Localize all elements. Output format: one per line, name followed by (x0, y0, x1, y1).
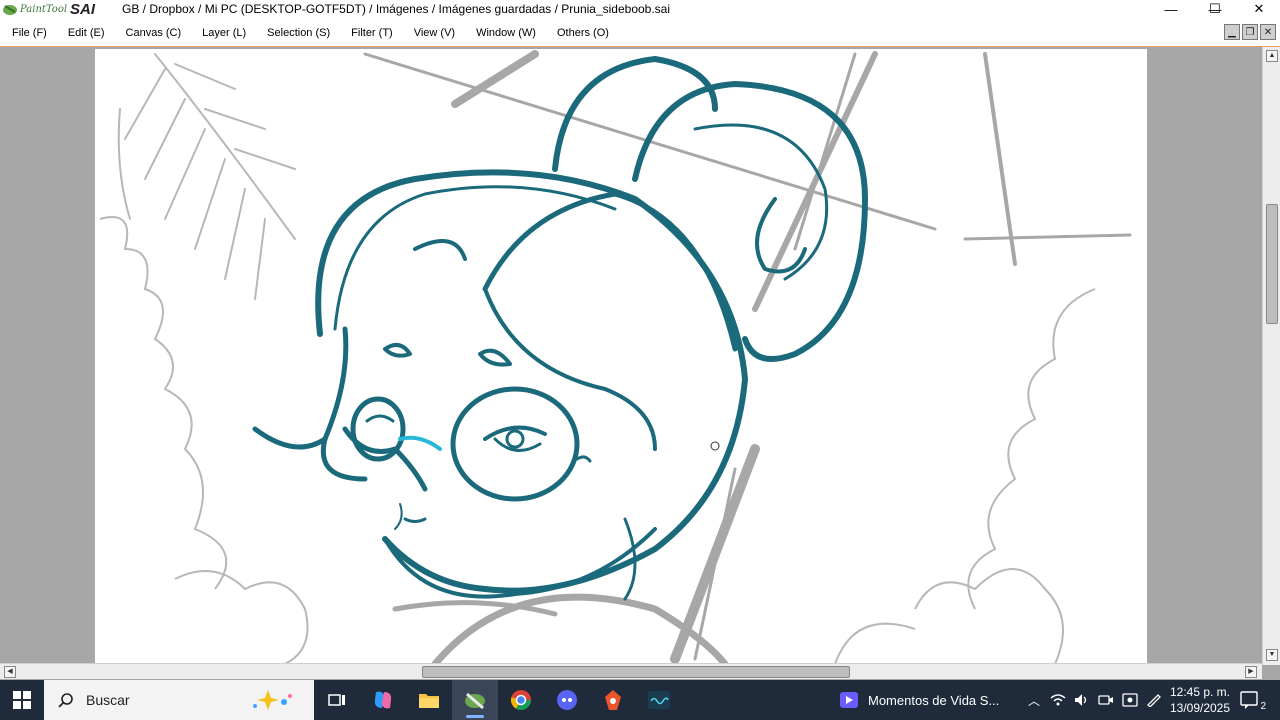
menu-file[interactable]: File (F) (0, 22, 56, 44)
logo-sai: SAI (70, 0, 96, 18)
volume-icon[interactable] (1073, 691, 1091, 709)
search-placeholder: Buscar (86, 692, 130, 708)
task-view-icon (328, 694, 345, 706)
doc-restore-icon: ❐ (1245, 26, 1255, 38)
painttool-sai-icon (465, 692, 485, 710)
character-sketch (252, 56, 868, 601)
vertical-scrollbar[interactable]: ▲ ▼ (1262, 47, 1280, 665)
taskbar-clock[interactable]: 12:45 p. m. 13/09/2025 (1165, 684, 1235, 716)
paint-tool-sai-window: PaintTool SAI GB / Dropbox / Mi PC (DESK… (0, 0, 1280, 720)
menu-canvas[interactable]: Canvas (C) (114, 22, 191, 44)
windows-taskbar: Buscar Momentos de Vida S... ︿ 12:45 p. … (0, 680, 1280, 720)
scroll-right-arrow-icon[interactable]: ▶ (1245, 666, 1257, 678)
wifi-icon[interactable] (1049, 691, 1067, 709)
canvas-workspace[interactable] (0, 46, 1280, 680)
doc-minimize-button[interactable]: ▁ (1224, 24, 1240, 40)
search-icon (58, 693, 73, 708)
background-sketch-lines (363, 50, 1132, 664)
doc-close-button[interactable]: ✕ (1260, 24, 1276, 40)
window-close-icon: ✕ (1253, 1, 1265, 16)
clock-time: 12:45 p. m. (1169, 685, 1231, 699)
doc-restore-button[interactable]: ❐ (1242, 24, 1258, 40)
media-widget[interactable]: Momentos de Vida S... (840, 680, 999, 720)
window-title: GB / Dropbox / Mi PC (DESKTOP-GOTF5DT) /… (122, 2, 671, 16)
notification-button[interactable]: 2 (1240, 690, 1266, 712)
chrome-button[interactable] (498, 680, 544, 720)
palm-leaves-sketch (117, 53, 296, 300)
window-minimize-icon: — (1164, 1, 1178, 17)
horizontal-scrollbar[interactable]: ◀ ▶ (0, 663, 1262, 679)
camera-icon[interactable] (1097, 691, 1115, 709)
app-orange-icon (605, 690, 621, 710)
menu-layer[interactable]: Layer (L) (190, 22, 255, 44)
video-player-icon (840, 692, 858, 708)
windows-start-icon (13, 691, 31, 709)
scroll-down-arrow-icon[interactable]: ▼ (1266, 649, 1278, 661)
system-tray: ︿ (1025, 680, 1163, 720)
copilot-button[interactable] (360, 680, 406, 720)
chevron-up-icon[interactable]: ︿ (1025, 691, 1043, 709)
menu-others[interactable]: Others (O) (545, 22, 618, 44)
clock-date: 13/09/2025 (1169, 701, 1231, 715)
orange-app-button[interactable] (590, 680, 636, 720)
file-explorer-icon (419, 694, 439, 708)
wave-app-button[interactable] (636, 680, 682, 720)
logo-text: PaintTool (20, 3, 68, 15)
sketch-drawing (99, 50, 1132, 664)
glasses-bridge-highlight (398, 435, 442, 451)
notification-count: 2 (1260, 701, 1266, 712)
menu-view[interactable]: View (V) (402, 22, 464, 44)
app-wave-icon (648, 691, 670, 709)
start-button[interactable] (0, 680, 44, 720)
menu-window[interactable]: Window (W) (464, 22, 545, 44)
scroll-left-arrow-icon[interactable]: ◀ (4, 666, 16, 678)
pen-icon[interactable] (1145, 691, 1163, 709)
menu-selection[interactable]: Selection (S) (255, 22, 339, 44)
brush-cursor-icon (710, 441, 720, 451)
title-bar: PaintTool SAI GB / Dropbox / Mi PC (DESK… (0, 0, 1280, 18)
taskbar-search-box[interactable]: Buscar (44, 680, 314, 720)
painttool-sai-taskbar-button[interactable] (452, 680, 498, 720)
discord-icon (557, 690, 577, 710)
app-logo: PaintTool SAI (0, 0, 112, 18)
sai-logo-icon (3, 5, 17, 15)
scroll-up-arrow-icon[interactable]: ▲ (1266, 50, 1278, 62)
doc-close-icon: ✕ (1263, 26, 1273, 38)
horizontal-scroll-thumb[interactable] (422, 666, 850, 678)
chrome-icon (510, 690, 531, 710)
discord-button[interactable] (544, 680, 590, 720)
screen-capture-icon[interactable] (1121, 691, 1139, 709)
close-window-button[interactable]: ✕ (1238, 0, 1280, 18)
drawing-canvas[interactable] (95, 49, 1147, 664)
media-title: Momentos de Vida S... (868, 692, 1000, 708)
search-highlight-icon (253, 690, 292, 710)
maximize-window-button[interactable]: ☐ (1194, 0, 1236, 18)
document-window-controls: ▁ ❐ ✕ (1224, 24, 1276, 40)
doc-minimize-icon: ▁ (1228, 26, 1236, 38)
menu-filter[interactable]: Filter (T) (339, 22, 402, 44)
vertical-scroll-thumb[interactable] (1266, 204, 1278, 324)
menu-bar: File (F) Edit (E) Canvas (C) Layer (L) S… (0, 22, 1280, 44)
minimize-window-button[interactable]: — (1150, 0, 1192, 18)
window-maximize-icon: ☐ (1209, 1, 1221, 16)
menu-edit[interactable]: Edit (E) (56, 22, 114, 44)
file-explorer-button[interactable] (406, 680, 452, 720)
right-bush-sketch (834, 288, 1096, 664)
copilot-icon (374, 691, 392, 709)
notification-icon (1240, 691, 1258, 709)
task-view-button[interactable] (314, 680, 360, 720)
